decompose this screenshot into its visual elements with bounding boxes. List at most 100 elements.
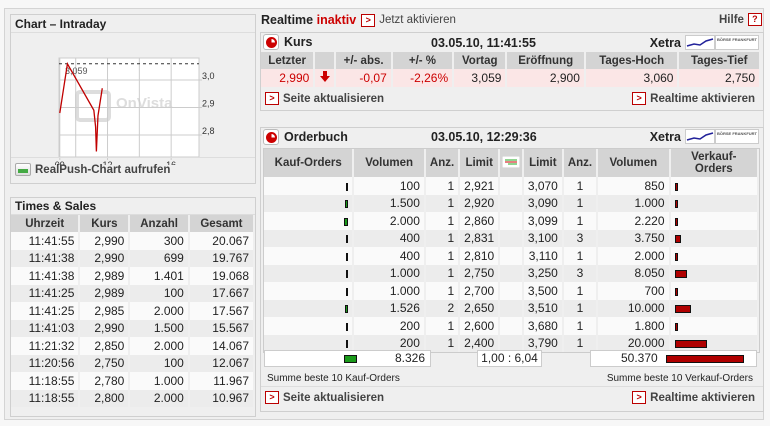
- cell: 11:41:38: [11, 267, 81, 285]
- chart-icon: [15, 163, 31, 176]
- buy-volume-bar: [346, 182, 349, 191]
- cell: 2,800: [79, 389, 131, 407]
- buy-bar-cell: [264, 282, 355, 300]
- cell: 17.567: [188, 302, 256, 320]
- table-row: 200 1 2,600 3,680 1 1.800: [264, 317, 760, 335]
- buy-volume: 1.500: [353, 194, 426, 212]
- cell: 12.067: [188, 354, 256, 372]
- help-link[interactable]: Hilfe?: [719, 13, 762, 26]
- col-header: Kauf-Orders: [264, 149, 355, 177]
- sell-count: 1: [562, 299, 599, 317]
- sum-buy-value: 8.326: [394, 351, 425, 365]
- realtime-status: inaktiv: [316, 13, 357, 27]
- sum-buy-label: Summe beste 10 Kauf-Orders: [267, 373, 400, 384]
- col-header: Eröffnung: [506, 52, 586, 69]
- col-header: Vortag: [453, 52, 508, 69]
- buy-count: 1: [424, 247, 461, 265]
- kurs-realtime-link[interactable]: > Realtime aktivieren: [632, 92, 755, 105]
- buy-bar-cell: [264, 194, 355, 212]
- sell-volume-bar: [674, 322, 678, 331]
- intraday-chart[interactable]: OnVista09 12 163,02,92,83,059: [11, 35, 255, 165]
- sell-limit: 3,510: [522, 299, 564, 317]
- jetzt-aktivieren-link[interactable]: > Jetzt aktivieren: [361, 13, 456, 27]
- cell: 15.567: [188, 319, 256, 337]
- cell: 17.667: [188, 284, 256, 302]
- col-header[interactable]: Kurs: [79, 215, 131, 232]
- buy-volume: 400: [353, 247, 426, 265]
- col-header[interactable]: Anzahl: [129, 215, 190, 232]
- buy-limit: 2,831: [459, 229, 501, 247]
- sell-volume-bar: [674, 217, 679, 226]
- orderbuch-refresh-link[interactable]: > Seite aktualisieren: [265, 391, 384, 404]
- cell: 2,985: [79, 302, 131, 320]
- sell-count: 1: [562, 282, 599, 300]
- buy-volume: 100: [353, 177, 426, 195]
- sell-count: 1: [562, 177, 599, 195]
- buy-bar-cell: [264, 177, 355, 195]
- sell-volume-bar: [674, 287, 678, 296]
- col-header[interactable]: Uhrzeit: [11, 215, 81, 232]
- sell-count: 3: [562, 264, 599, 282]
- buy-volume-bar: [346, 322, 349, 331]
- buy-volume-bar: [346, 252, 349, 261]
- table-row: 2.000 1 2,860 3,099 1 2.220: [264, 212, 760, 230]
- boerse-frankfurt-logo: BÖRSE FRANKFURT: [685, 129, 759, 144]
- spacer: [499, 194, 524, 212]
- realtime-label: Realtime aktivieren: [650, 391, 755, 404]
- col-header: Tages-Hoch: [584, 52, 680, 69]
- cell: 11:20:56: [11, 354, 81, 372]
- buy-count: 1: [424, 229, 461, 247]
- spacer: [499, 229, 524, 247]
- spacer: [499, 177, 524, 195]
- cell: 1.000: [129, 372, 190, 390]
- cell: 2,850: [79, 337, 131, 355]
- cell: 2,989: [79, 267, 131, 285]
- buy-count: 1: [424, 177, 461, 195]
- arrow-right-icon: >: [632, 92, 647, 105]
- spacer: [499, 317, 524, 335]
- cell: 11:41:38: [11, 249, 81, 267]
- sell-volume-bar: [674, 235, 681, 244]
- orderbook-toggle-icon[interactable]: [499, 149, 524, 177]
- buy-count: 1: [424, 194, 461, 212]
- cell: 1.500: [129, 319, 190, 337]
- arrow-right-icon: >: [265, 92, 279, 105]
- buy-count: 1: [424, 282, 461, 300]
- realpush-chart-label: RealPush-Chart aufrufen: [35, 163, 171, 176]
- col-header: Anz.: [424, 149, 461, 177]
- pie-icon[interactable]: [263, 129, 279, 145]
- col-header: Volumen: [353, 149, 426, 177]
- orderbuch-realtime-link[interactable]: > Realtime aktivieren: [632, 391, 755, 404]
- table-row: 11:18:55 2,800 2.000 10.967: [11, 389, 256, 407]
- table-row: 1.000 1 2,700 3,500 1 700: [264, 282, 760, 300]
- col-header: Volumen: [597, 149, 671, 177]
- y-tick-label: 2,8: [202, 126, 215, 136]
- pie-icon[interactable]: [263, 34, 279, 50]
- buy-volume-bar: [343, 217, 349, 226]
- cell: 11:41:03: [11, 319, 81, 337]
- table-row: 11:41:25 2,985 2.000 17.567: [11, 302, 256, 320]
- day-low: 2,750: [678, 69, 761, 87]
- col-header: Limit: [459, 149, 501, 177]
- table-row: 1.000 1 2,750 3,250 3 8.050: [264, 264, 760, 282]
- cell: 11:41:55: [11, 232, 81, 250]
- realpush-chart-link[interactable]: RealPush-Chart aufrufen: [15, 163, 170, 176]
- table-row: 400 1 2,831 3,100 3 3.750: [264, 229, 760, 247]
- buy-volume-bar: [344, 200, 349, 209]
- sell-volume: 8.050: [597, 264, 671, 282]
- cell: 100: [129, 354, 190, 372]
- buy-volume-bar: [346, 287, 349, 296]
- change-pct: -2,26%: [391, 69, 455, 87]
- help-icon: ?: [747, 13, 762, 26]
- table-row: 11:21:32 2,850 2.000 14.067: [11, 337, 256, 355]
- col-header[interactable]: Gesamt: [188, 215, 256, 232]
- activate-label: Jetzt aktivieren: [379, 14, 456, 26]
- sell-volume-bar: [674, 182, 678, 191]
- sell-volume: 2.220: [597, 212, 671, 230]
- sell-count: 1: [562, 247, 599, 265]
- kurs-panel: Kurs 03.05.10, 11:41:55 Xetra BÖRSE FRANK…: [260, 32, 764, 111]
- kurs-refresh-link[interactable]: > Seite aktualisieren: [265, 92, 384, 105]
- sell-limit: 3,070: [522, 177, 564, 195]
- arrow-down-icon: [314, 69, 337, 87]
- watermark: OnVista: [116, 95, 173, 112]
